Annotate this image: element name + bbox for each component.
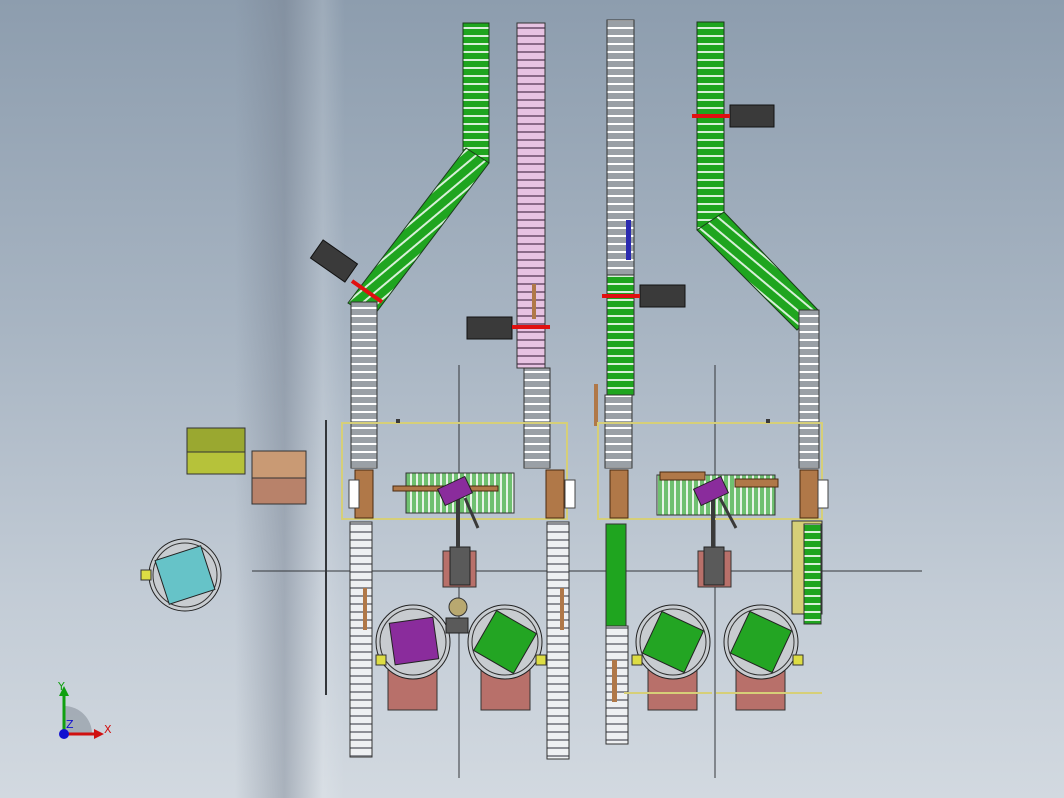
gray-conveyor-4[interactable] [798,309,820,469]
gray-conveyor-2[interactable] [523,367,551,469]
outfeed-conveyor-1[interactable] [349,521,373,758]
guide-rail-2 [532,284,536,319]
outfeed-rail-1 [363,588,367,630]
scanner-box-3[interactable] [639,284,686,308]
stacked-pallets-brown[interactable] [251,450,307,505]
scanner-box-4[interactable] [729,104,775,128]
parked-turntable[interactable] [140,538,222,612]
green-infeed-conveyor-1[interactable] [347,22,490,319]
green-infeed-conveyor-4[interactable] [696,21,819,331]
cad-viewport[interactable]: Y X Z [0,0,1064,798]
green-buffer-conveyor[interactable] [605,523,627,627]
gray-conveyor-1[interactable] [350,301,378,469]
pallet-station-1[interactable] [375,604,451,711]
robot-left[interactable] [436,475,480,588]
coordinate-triad-icon: Y X Z [57,680,112,739]
pallet-station-2[interactable] [467,604,547,711]
outfeed-rail-3 [612,660,617,702]
outfeed-rail-2 [560,588,564,630]
scanner-box-2[interactable] [466,316,513,340]
guide-rail-3 [594,384,598,426]
gray-conveyor-3b[interactable] [604,394,633,469]
operator-station[interactable] [445,597,469,634]
layout-drawing[interactable]: Y X Z [0,0,1064,798]
pink-infeed-conveyor[interactable] [516,22,546,369]
triad-x-label: X [104,723,112,736]
outfeed-conveyor-2[interactable] [546,521,570,760]
pallet-station-4[interactable] [723,604,804,711]
blue-sensor [626,220,631,260]
stacked-pallets-yellow[interactable] [186,427,246,475]
pallet-station-3[interactable] [631,604,711,711]
green-grid-inner [803,523,822,625]
green-conveyor-3[interactable] [606,274,635,396]
scanner-box-1[interactable] [309,239,359,283]
triad-y-label: Y [57,680,65,693]
triad-z-label: Z [66,718,74,731]
